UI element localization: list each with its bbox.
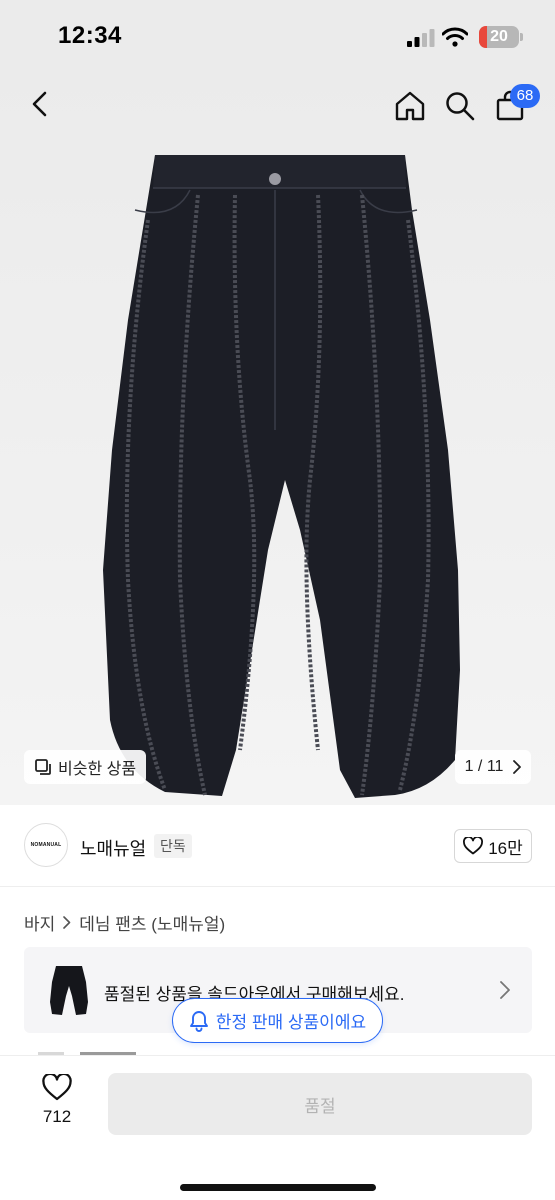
chevron-right-icon	[500, 981, 510, 999]
brand-logo[interactable]: NOMANUAL	[24, 823, 68, 867]
battery-percent: 20	[490, 28, 508, 45]
home-button[interactable]	[388, 84, 432, 128]
breadcrumb-category[interactable]: 바지	[24, 910, 55, 935]
soldout-button[interactable]: 품절	[108, 1073, 532, 1135]
image-counter[interactable]: 1 / 11	[455, 750, 531, 784]
chevron-right-icon	[513, 760, 522, 774]
wishlist-count: 712	[42, 1107, 72, 1126]
breadcrumb-subcategory[interactable]: 데님 팬츠 (노매뉴얼)	[79, 910, 225, 935]
product-gallery[interactable]: 68 비슷한 상품 1 / 11	[0, 70, 555, 805]
wishlist-button[interactable]: 712	[22, 1074, 92, 1140]
battery-cap	[520, 33, 523, 41]
battery-indicator: 20	[479, 26, 519, 48]
similar-products-label: 비슷한 상품	[58, 761, 137, 778]
brand-row: NOMANUAL 노매뉴얼 단독 16만	[0, 805, 555, 887]
home-indicator	[180, 1184, 376, 1191]
exclusive-badge: 단독	[154, 834, 192, 858]
brand-name[interactable]: 노매뉴얼	[80, 835, 146, 861]
cart-count-badge: 68	[510, 84, 540, 108]
bell-icon	[189, 1010, 208, 1032]
heart-icon	[463, 837, 484, 855]
signal-icon	[407, 29, 435, 47]
bottom-action-bar: 712 품절	[0, 1055, 555, 1200]
image-counter-text: 1 / 11	[464, 758, 504, 775]
search-icon	[446, 92, 475, 121]
status-time: 12:34	[58, 22, 122, 49]
brand-like-count: 16만	[488, 838, 523, 858]
banner-product-thumbnail	[50, 966, 88, 1015]
chevron-right-icon	[63, 916, 71, 929]
brand-like-button[interactable]: 16만	[454, 829, 532, 863]
copy-icon	[35, 759, 51, 775]
wifi-icon	[442, 27, 468, 47]
product-image[interactable]	[0, 150, 555, 805]
search-button[interactable]	[438, 84, 482, 128]
back-button[interactable]	[18, 82, 62, 126]
heart-icon	[42, 1074, 72, 1101]
similar-products-button[interactable]: 비슷한 상품	[24, 750, 147, 784]
home-icon	[395, 91, 425, 121]
chevron-left-icon	[32, 91, 47, 117]
brand-logo-text: NOMANUAL	[30, 842, 62, 848]
breadcrumb: 바지 데님 팬츠 (노매뉴얼)	[24, 910, 225, 935]
limited-sale-text: 한정 판매 상품이에요	[215, 1013, 367, 1032]
status-bar: 12:34 20	[0, 0, 555, 70]
limited-sale-tooltip[interactable]: 한정 판매 상품이에요	[172, 998, 383, 1043]
